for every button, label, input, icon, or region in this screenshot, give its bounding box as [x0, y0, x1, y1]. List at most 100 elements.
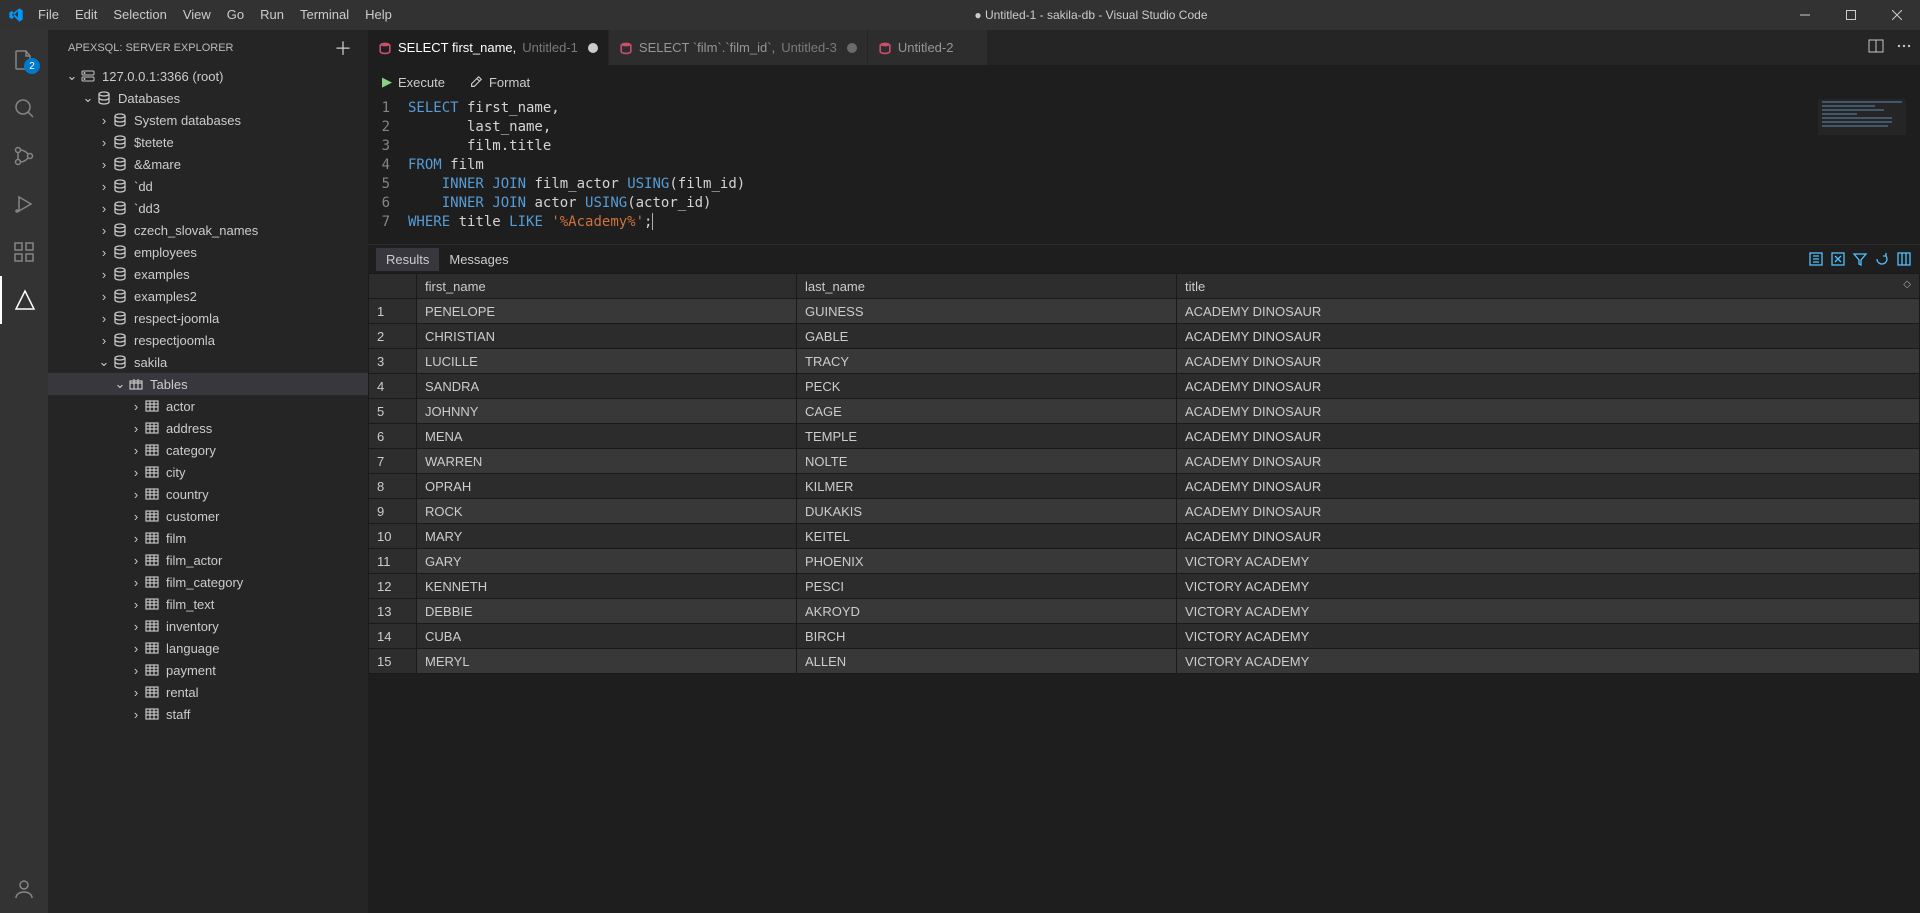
grid-cell[interactable]: CUBA	[417, 624, 797, 649]
grid-cell[interactable]: GUINESS	[797, 299, 1177, 324]
tree-item[interactable]: ›film	[48, 527, 368, 549]
editor-tab[interactable]: Untitled-2	[868, 30, 988, 65]
tree-item[interactable]: ›czech_slovak_names	[48, 219, 368, 241]
tree-item[interactable]: ›staff	[48, 703, 368, 725]
grid-cell[interactable]: ACADEMY DINOSAUR	[1177, 424, 1920, 449]
activity-explorer[interactable]: 2	[0, 36, 48, 84]
grid-cell[interactable]: PENELOPE	[417, 299, 797, 324]
grid-cell[interactable]: TEMPLE	[797, 424, 1177, 449]
tree-item[interactable]: ›country	[48, 483, 368, 505]
activity-run-debug[interactable]	[0, 180, 48, 228]
code-content[interactable]: SELECT first_name, last_name, film.title…	[408, 99, 745, 232]
tree-item[interactable]: ›category	[48, 439, 368, 461]
format-button[interactable]: Format	[469, 75, 530, 90]
menu-edit[interactable]: Edit	[67, 0, 105, 30]
table-row[interactable]: 3LUCILLETRACYACADEMY DINOSAUR	[369, 349, 1920, 374]
grid-cell[interactable]: VICTORY ACADEMY	[1177, 549, 1920, 574]
grid-cell[interactable]: ACADEMY DINOSAUR	[1177, 399, 1920, 424]
tree-item[interactable]: ⌄sakila	[48, 351, 368, 373]
column-header[interactable]: last_name	[797, 274, 1177, 299]
tree-item[interactable]: ⌄Databases	[48, 87, 368, 109]
more-actions-button[interactable]	[1896, 38, 1912, 57]
row-number-header[interactable]	[369, 274, 417, 299]
grid-cell[interactable]: KEITEL	[797, 524, 1177, 549]
grid-cell[interactable]: ACADEMY DINOSAUR	[1177, 324, 1920, 349]
table-row[interactable]: 14CUBABIRCHVICTORY ACADEMY	[369, 624, 1920, 649]
tree-item[interactable]: ›`dd	[48, 175, 368, 197]
tree-item[interactable]: ›address	[48, 417, 368, 439]
tree-item[interactable]: ›examples	[48, 263, 368, 285]
table-row[interactable]: 13DEBBIEAKROYDVICTORY ACADEMY	[369, 599, 1920, 624]
menu-help[interactable]: Help	[357, 0, 400, 30]
grid-cell[interactable]: MERYL	[417, 649, 797, 674]
grid-cell[interactable]: ACADEMY DINOSAUR	[1177, 349, 1920, 374]
menu-view[interactable]: View	[175, 0, 219, 30]
grid-cell[interactable]: AKROYD	[797, 599, 1177, 624]
export-csv-button[interactable]	[1808, 251, 1824, 267]
editor-tab[interactable]: SELECT first_name, Untitled-1	[368, 30, 609, 65]
grid-cell[interactable]: VICTORY ACADEMY	[1177, 574, 1920, 599]
tree-item[interactable]: ›respect-joomla	[48, 307, 368, 329]
grid-cell[interactable]: GARY	[417, 549, 797, 574]
grid-cell[interactable]: GABLE	[797, 324, 1177, 349]
grid-cell[interactable]: NOLTE	[797, 449, 1177, 474]
tree-item[interactable]: ›payment	[48, 659, 368, 681]
close-button[interactable]	[1874, 0, 1920, 30]
table-row[interactable]: 8OPRAHKILMERACADEMY DINOSAUR	[369, 474, 1920, 499]
grid-cell[interactable]: OPRAH	[417, 474, 797, 499]
results-tab-results[interactable]: Results	[376, 248, 439, 271]
table-row[interactable]: 7WARRENNOLTEACADEMY DINOSAUR	[369, 449, 1920, 474]
table-row[interactable]: 9ROCKDUKAKISACADEMY DINOSAUR	[369, 499, 1920, 524]
grid-cell[interactable]: MARY	[417, 524, 797, 549]
tree-item[interactable]: ›respectjoomla	[48, 329, 368, 351]
code-editor[interactable]: 1234567 SELECT first_name, last_name, fi…	[368, 99, 1920, 244]
grid-cell[interactable]: VICTORY ACADEMY	[1177, 599, 1920, 624]
grid-cell[interactable]: DUKAKIS	[797, 499, 1177, 524]
menu-file[interactable]: File	[30, 0, 67, 30]
split-editor-button[interactable]	[1868, 38, 1884, 57]
activity-accounts[interactable]	[0, 865, 48, 913]
grid-cell[interactable]: PESCI	[797, 574, 1177, 599]
tree-item[interactable]: ›inventory	[48, 615, 368, 637]
tree-item[interactable]: ›language	[48, 637, 368, 659]
execute-button[interactable]: ▶ Execute	[382, 74, 445, 90]
grid-cell[interactable]: SANDRA	[417, 374, 797, 399]
grid-cell[interactable]: ROCK	[417, 499, 797, 524]
table-row[interactable]: 12KENNETHPESCIVICTORY ACADEMY	[369, 574, 1920, 599]
activity-extensions[interactable]	[0, 228, 48, 276]
table-row[interactable]: 4SANDRAPECKACADEMY DINOSAUR	[369, 374, 1920, 399]
table-row[interactable]: 2CHRISTIANGABLEACADEMY DINOSAUR	[369, 324, 1920, 349]
grid-cell[interactable]: ACADEMY DINOSAUR	[1177, 499, 1920, 524]
grid-cell[interactable]: DEBBIE	[417, 599, 797, 624]
columns-button[interactable]	[1896, 251, 1912, 267]
menu-go[interactable]: Go	[219, 0, 252, 30]
grid-cell[interactable]: PHOENIX	[797, 549, 1177, 574]
activity-apexsql[interactable]	[0, 276, 48, 324]
grid-cell[interactable]: KENNETH	[417, 574, 797, 599]
grid-cell[interactable]: ACADEMY DINOSAUR	[1177, 299, 1920, 324]
grid-cell[interactable]: TRACY	[797, 349, 1177, 374]
tree-item[interactable]: ›film_category	[48, 571, 368, 593]
column-header[interactable]: title◇	[1177, 274, 1920, 299]
results-tab-messages[interactable]: Messages	[439, 248, 518, 271]
grid-cell[interactable]: MENA	[417, 424, 797, 449]
tree-item[interactable]: ⌄127.0.0.1:3366 (root)	[48, 65, 368, 87]
tree-item[interactable]: ›System databases	[48, 109, 368, 131]
results-grid-scroll[interactable]: first_namelast_nametitle◇ 1PENELOPEGUINE…	[368, 273, 1920, 913]
grid-cell[interactable]: BIRCH	[797, 624, 1177, 649]
tree-item[interactable]: ›city	[48, 461, 368, 483]
grid-cell[interactable]: JOHNNY	[417, 399, 797, 424]
table-row[interactable]: 6MENATEMPLEACADEMY DINOSAUR	[369, 424, 1920, 449]
tree-item[interactable]: ›actor	[48, 395, 368, 417]
menu-selection[interactable]: Selection	[105, 0, 174, 30]
grid-cell[interactable]: CHRISTIAN	[417, 324, 797, 349]
minimap[interactable]	[1818, 99, 1906, 135]
grid-cell[interactable]: WARREN	[417, 449, 797, 474]
activity-search[interactable]	[0, 84, 48, 132]
table-row[interactable]: 5JOHNNYCAGEACADEMY DINOSAUR	[369, 399, 1920, 424]
grid-cell[interactable]: LUCILLE	[417, 349, 797, 374]
grid-cell[interactable]: VICTORY ACADEMY	[1177, 649, 1920, 674]
table-row[interactable]: 11GARYPHOENIXVICTORY ACADEMY	[369, 549, 1920, 574]
tree-item[interactable]: ›&&mare	[48, 153, 368, 175]
grid-cell[interactable]: ALLEN	[797, 649, 1177, 674]
